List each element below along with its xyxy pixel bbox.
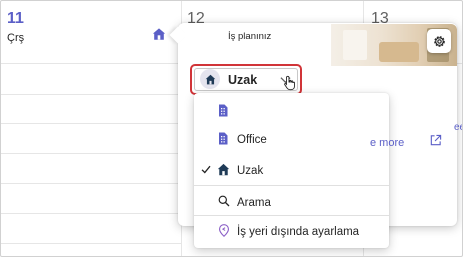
search-icon: [218, 195, 230, 207]
home-icon[interactable]: [152, 27, 166, 41]
menu-item-label: Office: [237, 134, 267, 146]
grid-line: [1, 243, 181, 244]
menu-item-label: Uzak: [237, 165, 264, 177]
grid-line: [1, 94, 181, 95]
grid-line: [1, 213, 181, 214]
menu-item-label: Arama: [237, 197, 271, 209]
menu-divider: [194, 215, 389, 216]
grid-line: [1, 153, 181, 154]
grid-line: [1, 183, 181, 184]
menu-divider: [194, 185, 389, 186]
selected-status-label: Uzak: [228, 73, 258, 87]
menu-item-office-blank[interactable]: [194, 99, 389, 125]
hand-cursor-icon: [284, 75, 295, 91]
popup-title: İş planınız: [228, 31, 272, 42]
location-pin-icon: [218, 224, 230, 237]
checkmark-icon: [201, 165, 211, 174]
menu-item-remote[interactable]: Uzak: [194, 157, 389, 183]
clipped-text: ee: [454, 122, 462, 133]
home-icon: [200, 69, 220, 89]
menu-item-search[interactable]: Arama: [194, 189, 389, 215]
gear-icon: [433, 35, 445, 47]
day-name: Çrş: [7, 32, 25, 44]
see-more-link[interactable]: e more: [370, 137, 404, 149]
building-icon: [219, 132, 228, 145]
menu-item-set-offsite[interactable]: İş yeri dışında ayarlama: [194, 219, 389, 245]
grid-line: [1, 123, 181, 124]
open-external-icon[interactable]: [429, 134, 442, 147]
status-menu: Office Uzak Arama İş yeri dışında ayarla…: [194, 93, 389, 248]
menu-item-label: İş yeri dışında ayarlama: [237, 226, 360, 238]
calendar-frame: 11 Çrş 12 13 İş planınız Uzak Office Uza…: [0, 0, 463, 257]
settings-button[interactable]: [427, 29, 451, 53]
day-number[interactable]: 11: [7, 10, 24, 28]
building-icon: [219, 104, 228, 117]
menu-item-office[interactable]: Office: [194, 127, 389, 153]
home-icon: [217, 163, 230, 176]
